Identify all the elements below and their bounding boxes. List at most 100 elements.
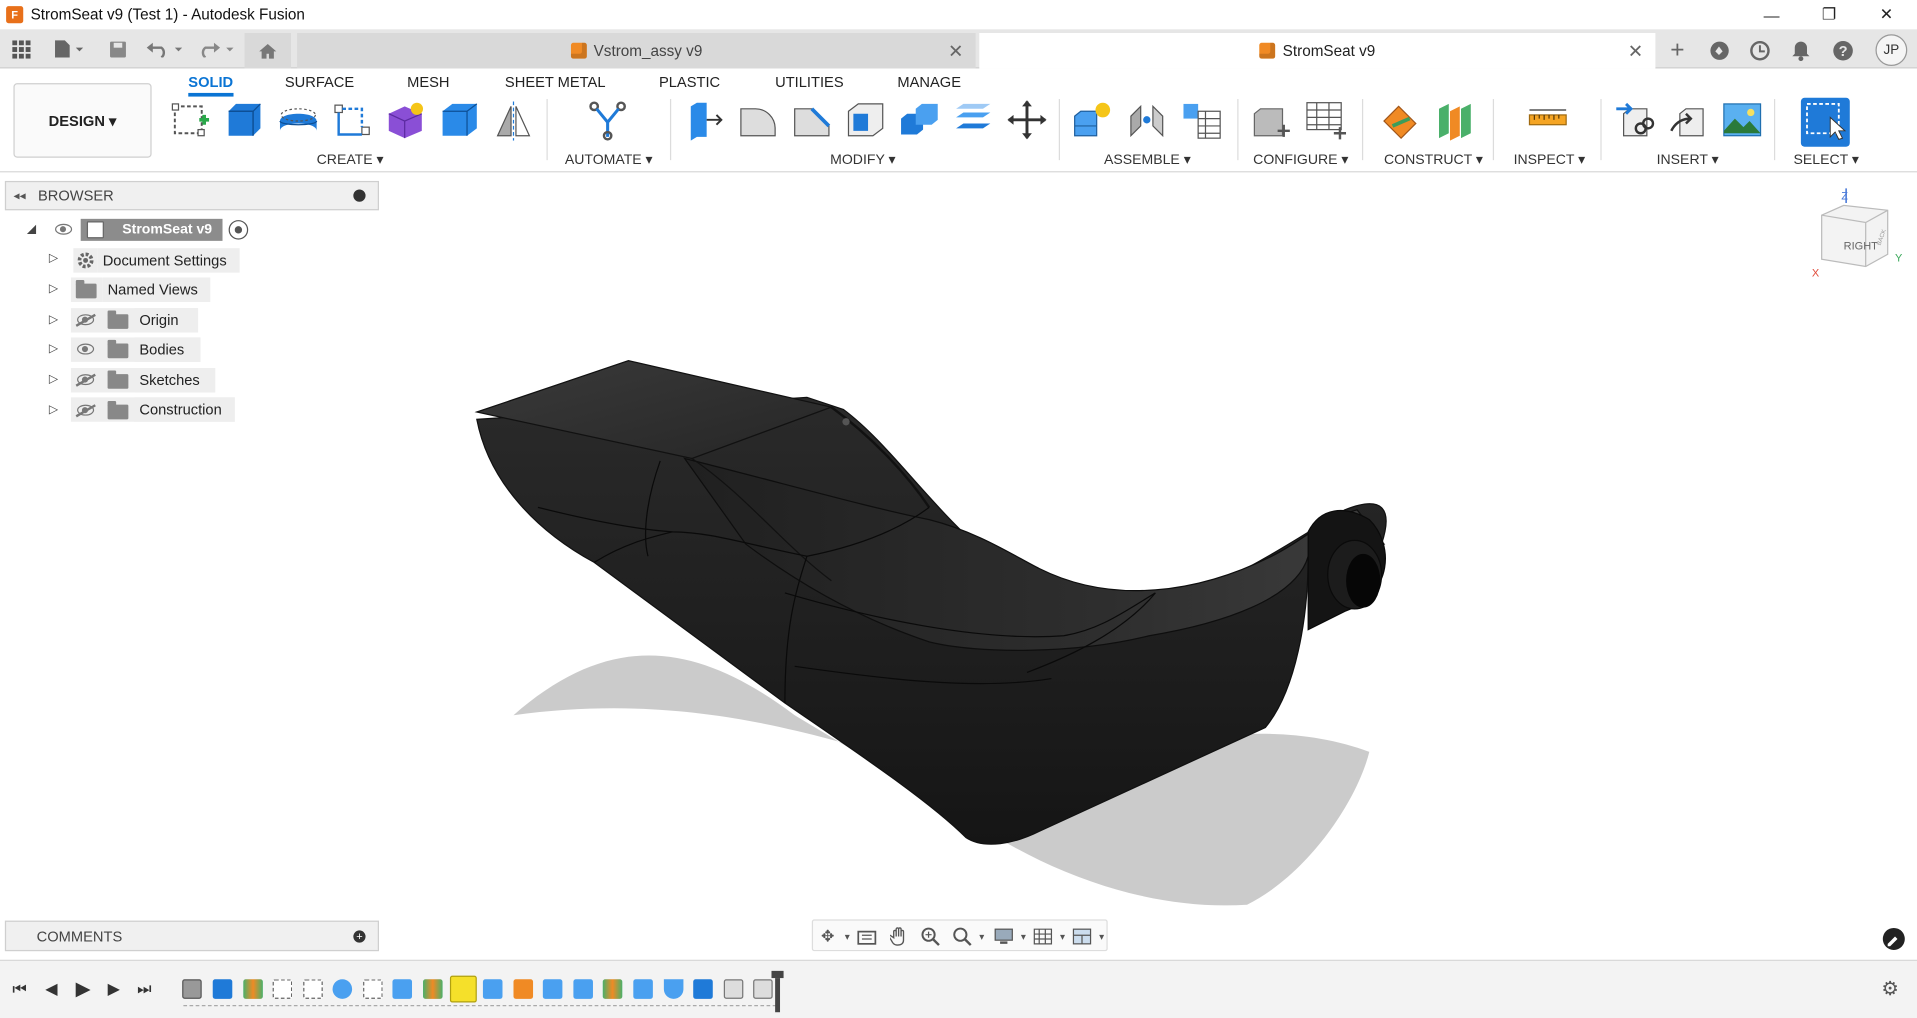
- timeline-feature-plane-icon[interactable]: [243, 979, 263, 999]
- expand-bodies-icon[interactable]: ▷: [49, 342, 58, 355]
- timeline-feature-plane-icon[interactable]: [423, 979, 443, 999]
- redo-icon[interactable]: [196, 37, 238, 61]
- feedback-icon[interactable]: [1882, 927, 1905, 950]
- revolve-icon[interactable]: [278, 99, 320, 141]
- timeline-feature-offset-icon[interactable]: [542, 979, 563, 999]
- tab-surface[interactable]: SURFACE: [285, 73, 354, 90]
- combine-icon[interactable]: [899, 99, 941, 141]
- tab-vstrom-assy[interactable]: Vstrom_assy v9 ✕: [297, 33, 976, 69]
- timeline-feature-extrude-icon[interactable]: [212, 979, 233, 999]
- box-primitive-icon[interactable]: [439, 99, 481, 141]
- maximize-button[interactable]: ❐: [1801, 0, 1857, 29]
- timeline-previous-icon[interactable]: ◀: [42, 978, 62, 1000]
- view-cube[interactable]: RIGHT BACK Z Y X: [1809, 188, 1907, 283]
- timeline-first-icon[interactable]: ⏮: [10, 978, 30, 1000]
- timeline-feature-sketch-icon[interactable]: [272, 979, 293, 999]
- assemble-group-label[interactable]: ASSEMBLE ▾: [1104, 150, 1191, 168]
- tab-manage[interactable]: MANAGE: [897, 73, 961, 90]
- timeline-feature-offset-icon[interactable]: [482, 979, 503, 999]
- expand-construction-icon[interactable]: ▷: [49, 403, 58, 416]
- job-status-clock-icon[interactable]: [1746, 37, 1773, 64]
- collapse-root-icon[interactable]: ◢: [27, 223, 36, 236]
- construct-group-label[interactable]: CONSTRUCT ▾: [1384, 150, 1483, 168]
- tab-plastic[interactable]: PLASTIC: [659, 73, 720, 90]
- zoom-dropdown-icon[interactable]: ▾: [972, 927, 992, 947]
- workspace-switcher-button[interactable]: DESIGN ▾: [13, 83, 152, 158]
- create-sketch-icon[interactable]: [170, 99, 212, 141]
- minimize-button[interactable]: —: [1743, 0, 1799, 29]
- timeline-feature-combine-icon[interactable]: [392, 979, 413, 999]
- insert-derive-icon[interactable]: [1614, 99, 1656, 141]
- home-icon[interactable]: [244, 33, 291, 69]
- timeline-next-icon[interactable]: ▶: [104, 978, 124, 1000]
- create-group-label[interactable]: CREATE ▾: [317, 150, 384, 168]
- timeline-feature-split-icon[interactable]: [633, 979, 653, 999]
- tab-stromseat[interactable]: StromSeat v9 ✕: [979, 33, 1656, 69]
- tab-utilities[interactable]: UTILITIES: [775, 73, 843, 90]
- close-tab-icon[interactable]: ✕: [1628, 40, 1643, 63]
- display-settings-icon[interactable]: [994, 927, 1014, 947]
- grid-snaps-icon[interactable]: [1033, 927, 1053, 947]
- shell-icon[interactable]: [845, 99, 887, 141]
- add-comment-icon[interactable]: +: [353, 930, 366, 943]
- expand-origin-icon[interactable]: ▷: [49, 313, 58, 326]
- timeline-last-icon[interactable]: ⏭: [134, 978, 154, 1000]
- browser-item-named-views[interactable]: Named Views: [102, 277, 211, 302]
- press-pull-icon[interactable]: [683, 99, 725, 141]
- file-menu-icon[interactable]: [49, 37, 88, 61]
- timeline-feature-fillet-icon[interactable]: [723, 979, 744, 999]
- tab-sheet-metal[interactable]: SHEET METAL: [505, 73, 606, 90]
- sweep-icon[interactable]: [331, 99, 373, 141]
- timeline-play-icon[interactable]: ▶: [73, 978, 93, 1000]
- collapse-browser-icon[interactable]: ◂◂: [13, 189, 25, 202]
- timeline-feature-component-icon[interactable]: [182, 979, 202, 999]
- orbit-icon[interactable]: ✥: [818, 927, 838, 947]
- select-tool-icon[interactable]: [1800, 97, 1850, 147]
- new-component-icon[interactable]: [1072, 99, 1114, 141]
- move-copy-icon[interactable]: [1006, 99, 1048, 141]
- browser-panel-pin-icon[interactable]: [353, 189, 366, 202]
- automate-icon[interactable]: [587, 99, 629, 141]
- select-group-label[interactable]: SELECT ▾: [1794, 150, 1859, 168]
- timeline-feature-loft-icon[interactable]: [332, 979, 353, 999]
- seat-3d-model[interactable]: [465, 348, 1419, 923]
- configure-group-label[interactable]: CONFIGURE ▾: [1253, 150, 1348, 168]
- configuration-table-icon[interactable]: [1305, 99, 1347, 141]
- viewports-icon[interactable]: [1072, 927, 1092, 947]
- close-window-button[interactable]: ✕: [1858, 0, 1914, 29]
- browser-item-construction[interactable]: Construction: [134, 397, 235, 422]
- visibility-hidden-eye-icon[interactable]: [77, 404, 95, 416]
- insert-canvas-icon[interactable]: [1721, 99, 1763, 141]
- visibility-hidden-eye-icon[interactable]: [77, 314, 95, 326]
- insert-mesh-icon[interactable]: [1668, 99, 1710, 141]
- tab-mesh[interactable]: MESH: [407, 73, 449, 90]
- look-at-icon[interactable]: [857, 927, 877, 947]
- extensions-icon[interactable]: [1706, 37, 1733, 64]
- extrude-icon[interactable]: [224, 99, 266, 141]
- timeline-feature-sketch-icon[interactable]: [363, 979, 383, 999]
- midplane-icon[interactable]: [1434, 99, 1476, 141]
- tab-solid[interactable]: SOLID: [188, 73, 234, 97]
- timeline-marker[interactable]: [771, 970, 784, 1013]
- mirror-icon[interactable]: [493, 99, 535, 141]
- joint-icon[interactable]: [1126, 99, 1168, 141]
- inspect-group-label[interactable]: INSPECT ▾: [1514, 150, 1586, 168]
- expand-named-views-icon[interactable]: ▷: [49, 282, 58, 295]
- visibility-eye-icon[interactable]: [77, 343, 95, 355]
- expand-sketches-icon[interactable]: ▷: [49, 373, 58, 386]
- timeline-feature-sketch-icon[interactable]: [303, 979, 323, 999]
- configure-icon[interactable]: [1251, 99, 1293, 141]
- offset-face-icon[interactable]: [952, 99, 994, 141]
- user-avatar[interactable]: JP: [1875, 34, 1908, 67]
- chamfer-icon[interactable]: [791, 99, 833, 141]
- new-tab-plus-icon[interactable]: +: [1664, 36, 1691, 64]
- insert-group-label[interactable]: INSERT ▾: [1657, 150, 1719, 168]
- expand-document-settings-icon[interactable]: ▷: [49, 252, 58, 265]
- orbit-dropdown-icon[interactable]: ▾: [837, 927, 857, 947]
- automate-group-label[interactable]: AUTOMATE ▾: [565, 150, 653, 168]
- app-grid-icon[interactable]: [7, 37, 34, 61]
- browser-item-bodies[interactable]: Bodies: [134, 337, 201, 362]
- grid-dropdown-icon[interactable]: ▾: [1053, 927, 1073, 947]
- timeline-feature-selected-plane-icon[interactable]: [449, 975, 477, 1003]
- offset-plane-icon[interactable]: [1380, 99, 1422, 141]
